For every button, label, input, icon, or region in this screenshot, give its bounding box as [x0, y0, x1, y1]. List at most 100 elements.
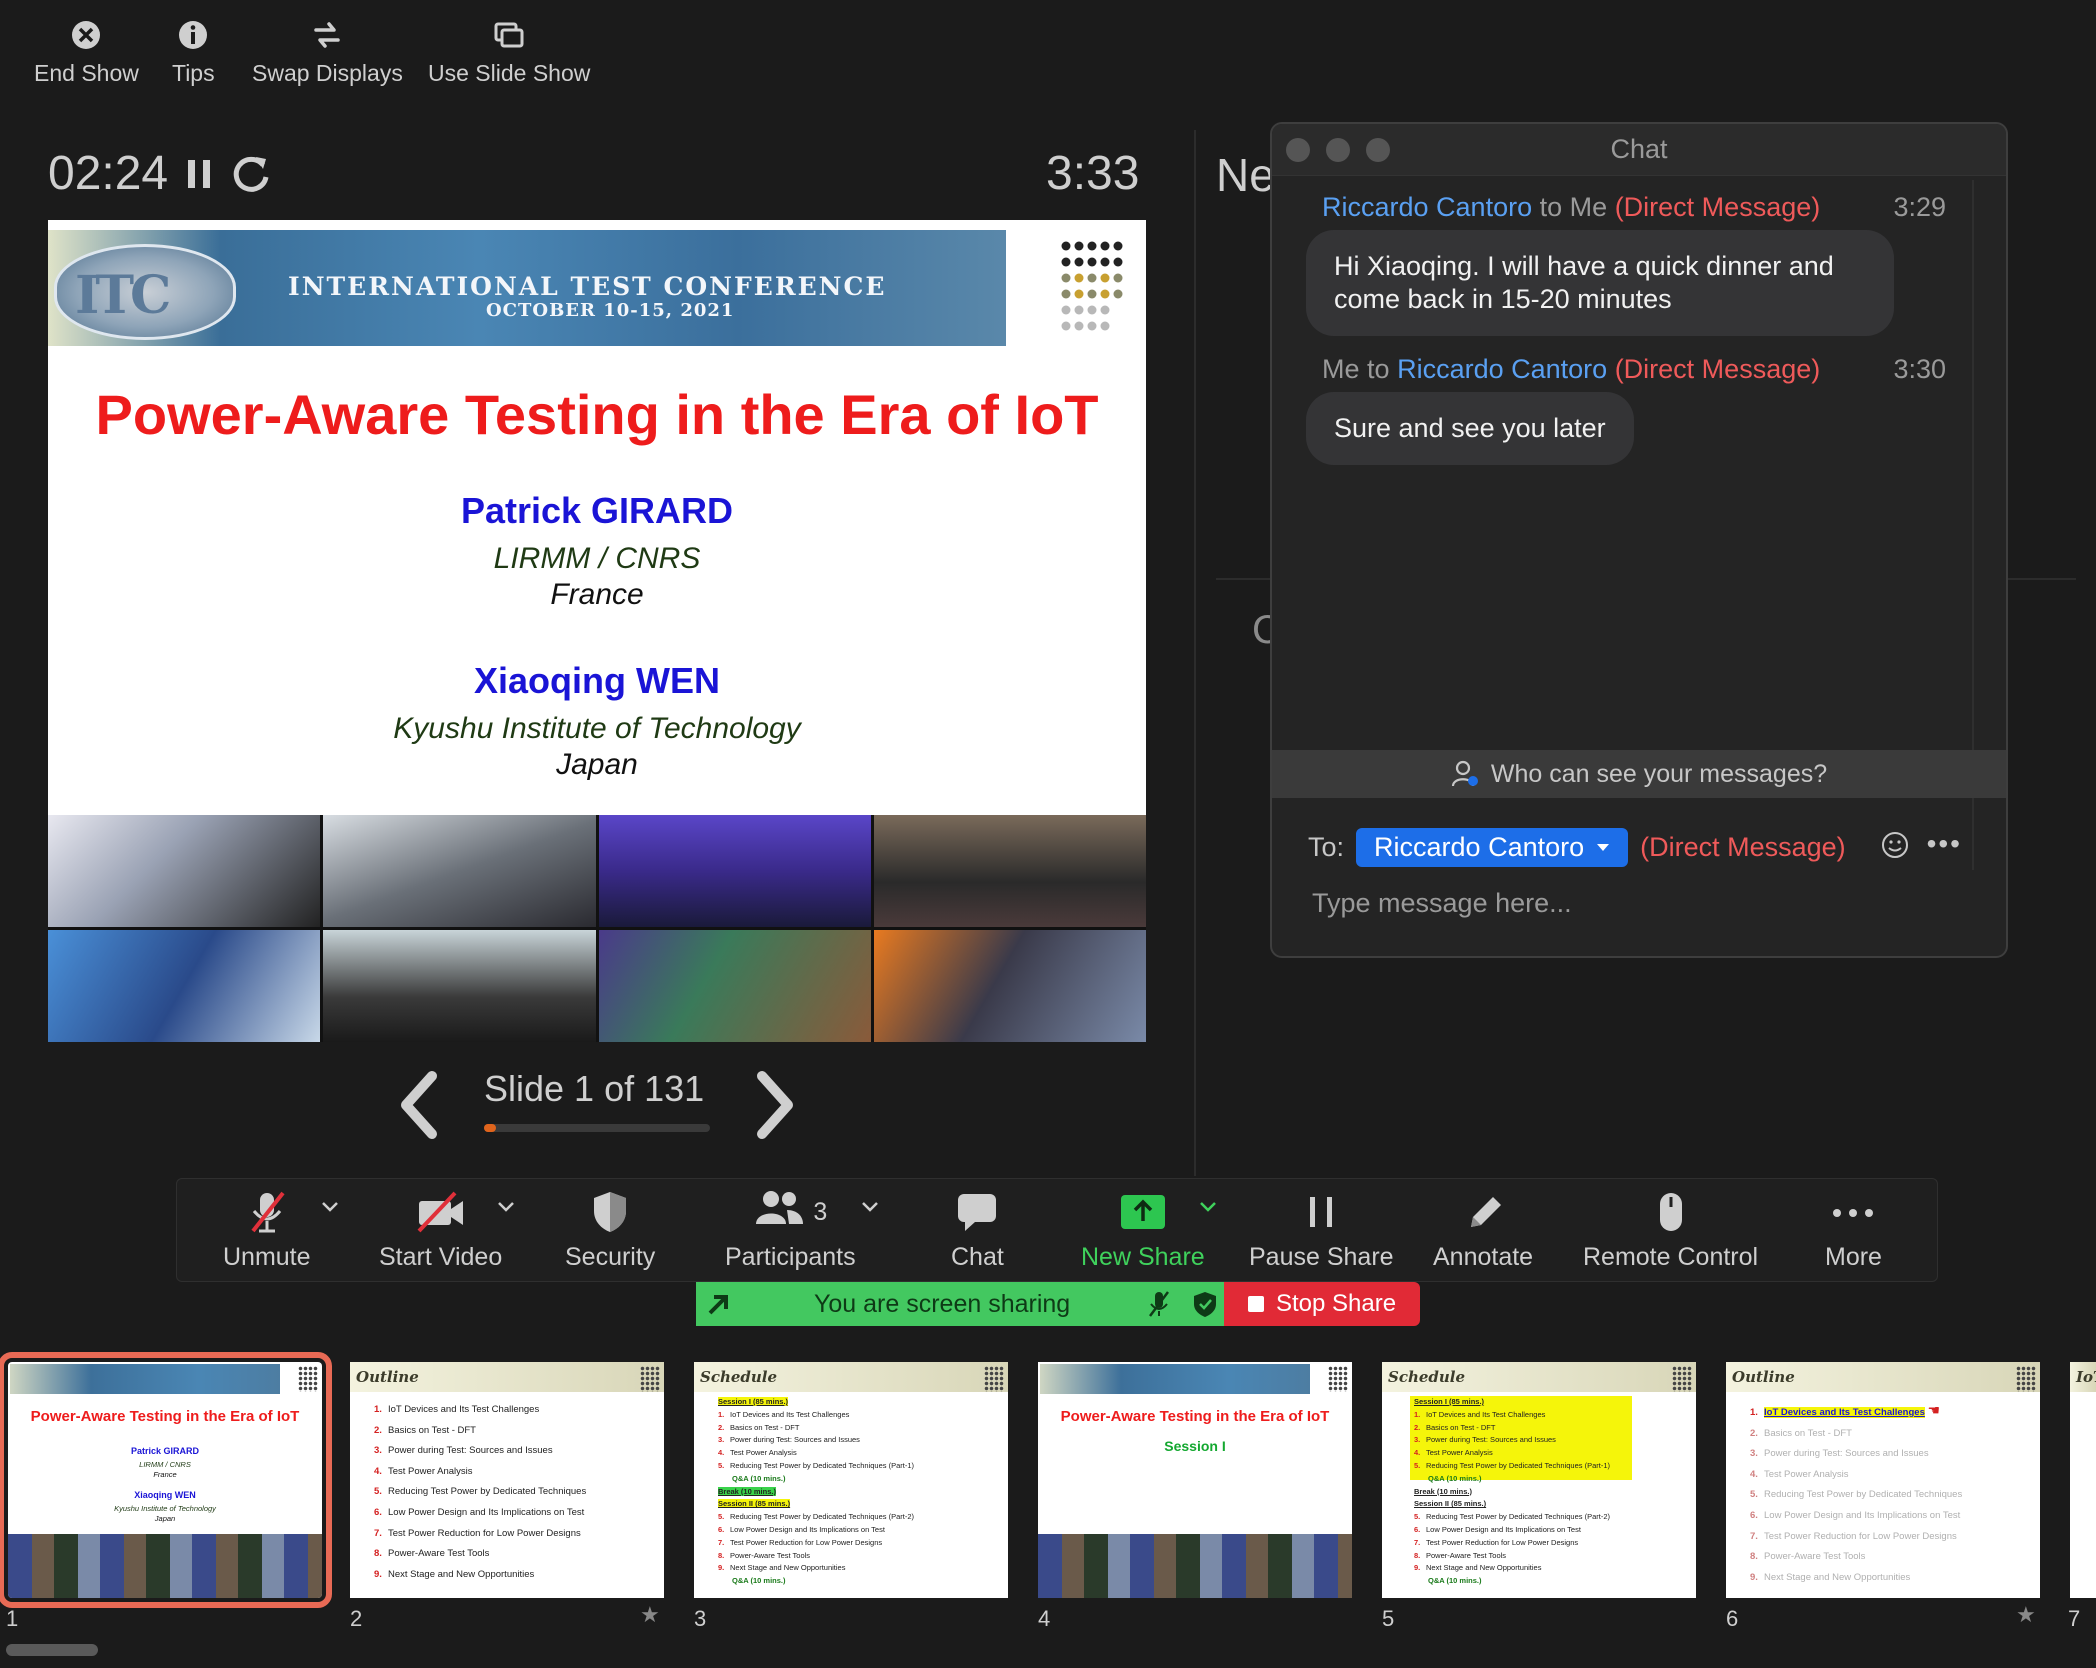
share-options-chevron-icon[interactable] — [1199, 1201, 1217, 1213]
logo-dot — [1074, 321, 1084, 331]
photo — [48, 930, 321, 1042]
logo-dot — [1100, 305, 1110, 315]
windows-icon — [494, 22, 524, 48]
thumb-affiliation: LIRMM / CNRS — [139, 1460, 191, 1469]
direct-message-tag: (Direct Message) — [1614, 354, 1821, 384]
slide-thumbnail[interactable]: Schedule Session I (85 mins.) 1. IoT Devi… — [1382, 1362, 1696, 1598]
chat-title: Chat — [1610, 134, 1668, 164]
photo-collage — [48, 815, 1146, 1042]
thumb-header: IoT — [2070, 1362, 2096, 1392]
recipient-row: To: Riccardo Cantoro (Direct Message) — [1308, 828, 1846, 867]
panel-divider — [1194, 130, 1196, 1176]
screen-sharing-bar[interactable]: You are screen sharing — [696, 1282, 1224, 1326]
participants-button[interactable]: 3 Participants — [725, 1189, 856, 1272]
star-icon[interactable]: ★ — [640, 1602, 660, 1628]
slide-thumbnail[interactable]: Power-Aware Testing in the Era of IoT Pa… — [0, 1352, 332, 1608]
recipient-dropdown[interactable]: Riccardo Cantoro — [1356, 828, 1629, 867]
slide-thumbnail[interactable]: Outline 1. IoT Devices and Its Test Chall… — [1726, 1362, 2040, 1598]
video-options-chevron-icon[interactable] — [497, 1201, 515, 1213]
message-connector: to — [1539, 192, 1563, 222]
slide-progress-fill — [484, 1124, 496, 1132]
slide-thumbnail[interactable]: Outline 1. IoT Devices and Its Test Chall… — [350, 1362, 664, 1598]
pause-share-button[interactable]: Pause Share — [1249, 1189, 1394, 1272]
photo — [48, 815, 321, 927]
thumbnail-number: 5 — [1382, 1606, 1395, 1631]
who-can-see-label: Who can see your messages? — [1490, 759, 1828, 788]
dot-pattern-logo — [1328, 1366, 1348, 1392]
end-show-button[interactable]: End Show — [34, 18, 139, 87]
who-can-see-bar[interactable]: Who can see your messages? — [1272, 750, 2006, 798]
thumbnail-number: 4 — [1038, 1606, 1051, 1631]
recipient-name: Me — [1569, 192, 1608, 222]
chat-label: Chat — [951, 1243, 1004, 1271]
previous-slide-button[interactable] — [396, 1070, 442, 1140]
thumb-photo-collage — [1038, 1534, 1352, 1598]
logo-dot — [1061, 305, 1071, 315]
dot-pattern-logo — [640, 1366, 660, 1392]
logo-dot — [1074, 289, 1084, 299]
message-time: 3:30 — [1893, 354, 1946, 384]
slide-thumbnail[interactable]: Power-Aware Testing in the Era of IoT Se… — [1038, 1362, 1352, 1598]
remote-control-button[interactable]: Remote Control — [1583, 1189, 1758, 1272]
swap-icon — [314, 22, 341, 48]
list-item: 2. Basics on Test - DFT — [374, 1424, 476, 1436]
new-share-button[interactable]: New Share — [1081, 1189, 1205, 1272]
photo — [873, 815, 1146, 927]
muted-microphone-icon[interactable] — [1146, 1290, 1172, 1318]
emoji-icon[interactable] — [1880, 830, 1910, 860]
next-slide-button[interactable] — [752, 1070, 798, 1140]
participants-icon-group: 3 — [753, 1189, 827, 1235]
outline-list: 1. IoT Devices and Its Test Challenges 2.… — [374, 1400, 586, 1585]
use-slide-show-button[interactable]: Use Slide Show — [428, 18, 590, 87]
more-button[interactable]: More — [1825, 1189, 1882, 1272]
tips-button[interactable]: Tips — [172, 18, 215, 87]
chat-more-button[interactable]: ••• — [1927, 828, 1962, 860]
audio-options-chevron-icon[interactable] — [321, 1201, 339, 1213]
thumbnail-scrollbar[interactable] — [6, 1644, 98, 1656]
slide-counter: Slide 1 of 131 — [484, 1068, 705, 1109]
pause-icon[interactable] — [184, 156, 214, 192]
photo — [323, 930, 596, 1042]
message-bubble[interactable]: Sure and see you later — [1306, 392, 1634, 465]
unmute-button[interactable]: Unmute — [223, 1189, 311, 1272]
logo-dot — [1061, 289, 1071, 299]
security-button[interactable]: Security — [565, 1189, 655, 1272]
author-country: France — [550, 578, 644, 611]
caret-down-icon — [1597, 843, 1610, 851]
recipient-name[interactable]: Riccardo Cantoro — [1397, 354, 1607, 384]
thumb-country: France — [153, 1470, 177, 1479]
participants-label: Participants — [725, 1243, 856, 1271]
star-icon[interactable]: ★ — [2016, 1602, 2036, 1628]
swap-displays-label: Swap Displays — [252, 60, 403, 86]
message-bubble[interactable]: Hi Xiaoqing. I will have a quick dinner … — [1306, 230, 1894, 336]
shield-check-icon[interactable] — [1192, 1290, 1218, 1318]
slide-thumbnail[interactable]: Schedule Session I (85 mins.) 1. IoT Devi… — [694, 1362, 1008, 1598]
logo-dot — [1061, 241, 1071, 251]
shield-icon — [594, 1192, 627, 1232]
logo-dot — [1061, 257, 1071, 267]
end-show-label: End Show — [34, 60, 139, 86]
user-visibility-icon — [1451, 760, 1478, 787]
slide-thumbnail-strip: Power-Aware Testing in the Era of IoT Pa… — [0, 1346, 2096, 1668]
chat-titlebar[interactable]: Chat — [1272, 124, 2006, 176]
annotate-button[interactable]: Annotate — [1433, 1189, 1533, 1272]
unmute-label: Unmute — [223, 1243, 311, 1271]
thumbnail-number: 3 — [694, 1606, 707, 1631]
list-item: 4. Test Power Analysis — [374, 1465, 473, 1477]
stop-share-button[interactable]: Stop Share — [1224, 1282, 1420, 1326]
thumb-header: Outline — [350, 1362, 664, 1392]
swap-displays-button[interactable]: Swap Displays — [252, 18, 403, 87]
schedule-list: Session I (85 mins.) 1. IoT Devices and I… — [718, 1397, 914, 1586]
message-header: Riccardo Cantoro to Me (Direct Message) — [1322, 192, 1820, 223]
participants-options-chevron-icon[interactable] — [861, 1201, 879, 1213]
sender-name[interactable]: Riccardo Cantoro — [1322, 192, 1532, 222]
current-slide: ITC INTERNATIONAL TEST CONFERENCE OCTOBE… — [48, 220, 1146, 1042]
list-item: 3. Power during Test: Sources and Issues — [374, 1445, 553, 1457]
photo — [873, 930, 1146, 1042]
logo-dot — [1061, 273, 1071, 283]
reset-icon[interactable] — [230, 153, 272, 195]
start-video-button[interactable]: Start Video — [379, 1189, 502, 1272]
chat-button[interactable]: Chat — [951, 1189, 1004, 1272]
message-input[interactable] — [1312, 888, 1912, 919]
slide-thumbnail[interactable]: IoT — [2070, 1362, 2096, 1598]
